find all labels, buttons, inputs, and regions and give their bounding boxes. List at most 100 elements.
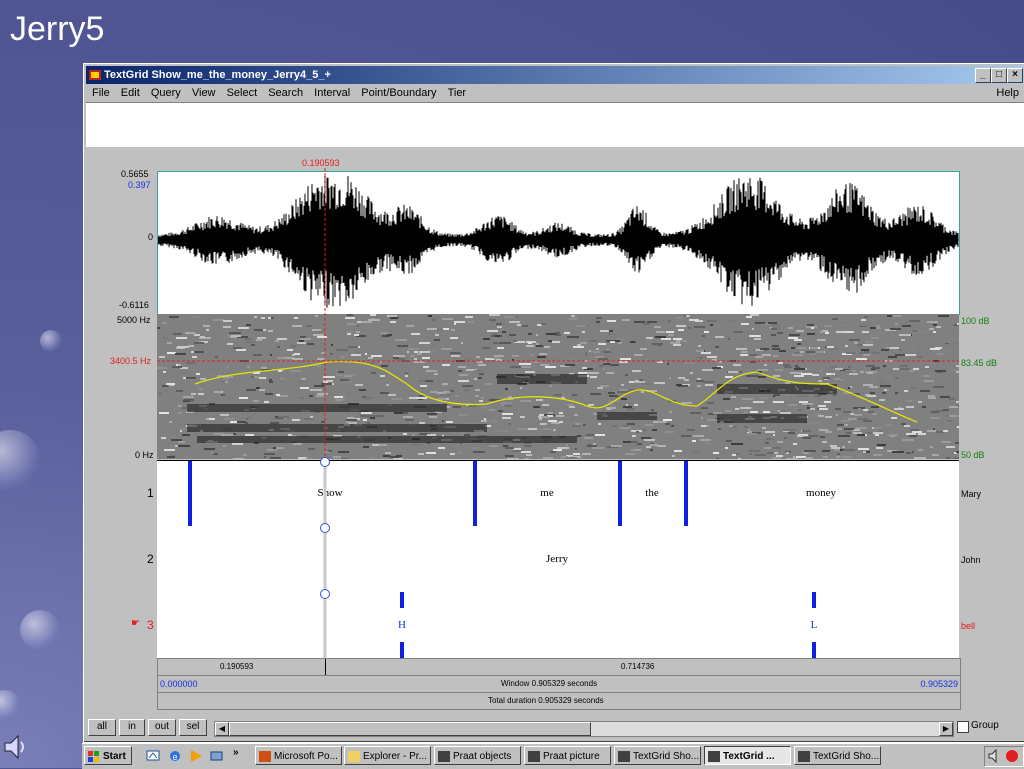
praat-icon <box>708 751 720 762</box>
group-label[interactable]: Group <box>971 720 999 731</box>
tier-3-name: bell <box>961 621 976 631</box>
window-end-time: 0.905329 <box>920 679 958 689</box>
quicklaunch-media-icon[interactable] <box>189 749 203 763</box>
tier-1-interval-money[interactable]: money <box>806 487 836 499</box>
frequency-cursor-line <box>157 360 959 362</box>
total-time-bar[interactable]: Total duration 0.905329 seconds <box>157 692 961 710</box>
selection-time-bar[interactable]: 0.190593 0.714736 <box>157 658 961 676</box>
quicklaunch-ie-icon[interactable]: e <box>168 749 182 763</box>
start-button[interactable]: Start <box>84 746 132 765</box>
spectrogram-freq-cursor: 3400.5 Hz <box>110 356 152 366</box>
tier-3-point-l[interactable]: L <box>811 619 818 631</box>
formant-band <box>597 412 657 420</box>
waveform-y-min: -0.6116 <box>119 300 149 310</box>
tier-2-number: 2 <box>147 552 154 566</box>
volume-icon[interactable] <box>988 749 1002 763</box>
zoom-all-button[interactable]: all <box>88 719 116 736</box>
tier-1-interval-me[interactable]: me <box>540 487 553 499</box>
decorative-bubble <box>40 330 62 352</box>
segment-divider <box>325 659 326 675</box>
taskbar-item-textgrid-active[interactable]: TextGrid ... <box>704 746 791 765</box>
menu-select[interactable]: Select <box>227 87 258 99</box>
formant-band <box>717 414 807 423</box>
taskbar: Start e » Microsoft Po... Explorer - Pr.… <box>82 743 1024 769</box>
menu-edit[interactable]: Edit <box>121 87 140 99</box>
menu-interval[interactable]: Interval <box>314 87 350 99</box>
menu-file[interactable]: File <box>92 87 110 99</box>
tier-2-name: John <box>961 555 981 565</box>
powerpoint-icon <box>259 751 271 762</box>
system-tray <box>984 746 1024 767</box>
tier-3-selected-marker: ☛ <box>131 618 140 629</box>
taskbar-item-explorer[interactable]: Explorer - Pr... <box>344 746 431 765</box>
close-icon[interactable]: × <box>1007 68 1023 83</box>
time-cursor[interactable] <box>317 162 333 662</box>
window-time-bar[interactable]: 0.000000 Window 0.905329 seconds 0.90532… <box>157 675 961 693</box>
total-duration: Total duration 0.905329 seconds <box>488 696 604 705</box>
spectrogram-freq-max: 5000 Hz <box>117 315 151 325</box>
tier-3-point-h[interactable]: H <box>398 619 406 631</box>
tier-3-point-marker[interactable] <box>400 592 404 608</box>
zoom-selection-button[interactable]: sel <box>179 719 207 736</box>
tier-1[interactable] <box>157 460 959 528</box>
minimize-icon[interactable]: _ <box>975 68 991 83</box>
network-alert-icon[interactable] <box>1005 749 1019 763</box>
window-duration: Window 0.905329 seconds <box>501 679 598 688</box>
zoom-out-button[interactable]: out <box>148 719 176 736</box>
waveform-plot <box>158 173 959 308</box>
menu-point-boundary[interactable]: Point/Boundary <box>361 87 436 99</box>
tier-1-boundary[interactable] <box>684 461 688 526</box>
left-segment-duration[interactable]: 0.190593 <box>220 659 253 675</box>
formant-band <box>497 374 587 384</box>
window-titlebar[interactable]: TextGrid Show_me_the_money_Jerry4_5_+ _ … <box>86 66 1024 84</box>
quicklaunch-chevron[interactable]: » <box>233 747 239 758</box>
taskbar-item-textgrid-2[interactable]: TextGrid Sho... <box>794 746 881 765</box>
taskbar-item-powerpoint[interactable]: Microsoft Po... <box>255 746 342 765</box>
spectrogram-freq-min: 0 Hz <box>135 450 154 460</box>
scrollbar-thumb[interactable] <box>229 722 591 736</box>
zoom-controls: all in out sel ◀ ▶ Group <box>86 719 1024 737</box>
praat-icon <box>89 70 101 80</box>
menu-query[interactable]: Query <box>151 87 181 99</box>
menu-search[interactable]: Search <box>268 87 303 99</box>
tier-3[interactable] <box>157 592 959 659</box>
tier-1-boundary[interactable] <box>473 461 477 526</box>
tier-3-number: 3 <box>147 618 154 632</box>
tier-1-interval-the[interactable]: the <box>645 487 658 499</box>
menu-view[interactable]: View <box>192 87 216 99</box>
quicklaunch-app-icon[interactable] <box>210 749 224 763</box>
praat-icon <box>798 751 810 762</box>
praat-window: TextGrid Show_me_the_money_Jerry4_5_+ _ … <box>83 63 1024 743</box>
taskbar-item-textgrid-1[interactable]: TextGrid Sho... <box>614 746 701 765</box>
text-edit-area[interactable] <box>86 102 1024 147</box>
scroll-left-icon[interactable]: ◀ <box>215 722 229 736</box>
spectrogram-db-cursor: 83.45 dB <box>961 358 998 368</box>
tier-3-point-marker[interactable] <box>400 642 404 658</box>
speaker-icon[interactable] <box>2 732 28 762</box>
waveform-y-zero: 0 <box>148 232 154 242</box>
menu-tier[interactable]: Tier <box>448 87 467 99</box>
zoom-in-button[interactable]: in <box>119 719 145 736</box>
spectrogram-panel[interactable] <box>157 314 959 459</box>
textgrid-editor: 0.190593 0.5655 0.397 0 -0.6116 5000 Hz … <box>86 148 1024 714</box>
right-segment-duration[interactable]: 0.714736 <box>621 659 654 675</box>
menu-help[interactable]: Help <box>996 85 1019 101</box>
quicklaunch-desktop-icon[interactable] <box>146 749 160 763</box>
tier-1-boundary[interactable] <box>188 461 192 526</box>
svg-text:e: e <box>172 752 177 762</box>
tier-2-interval-jerry[interactable]: Jerry <box>546 553 568 565</box>
praat-icon <box>438 751 450 762</box>
menu-bar: File Edit Query View Select Search Inter… <box>86 85 1024 101</box>
scroll-right-icon[interactable]: ▶ <box>939 722 953 736</box>
praat-icon <box>618 751 630 762</box>
checkbox-icon[interactable] <box>957 721 969 733</box>
tier-3-point-marker[interactable] <box>812 592 816 608</box>
tier-1-boundary[interactable] <box>618 461 622 526</box>
taskbar-item-praat-picture[interactable]: Praat picture <box>524 746 611 765</box>
tier-3-point-marker[interactable] <box>812 642 816 658</box>
explorer-icon <box>348 751 360 762</box>
waveform-panel[interactable] <box>157 171 960 315</box>
time-scrollbar[interactable]: ◀ ▶ <box>214 721 954 737</box>
maximize-icon[interactable]: □ <box>991 68 1007 83</box>
taskbar-item-praat-objects[interactable]: Praat objects <box>434 746 521 765</box>
